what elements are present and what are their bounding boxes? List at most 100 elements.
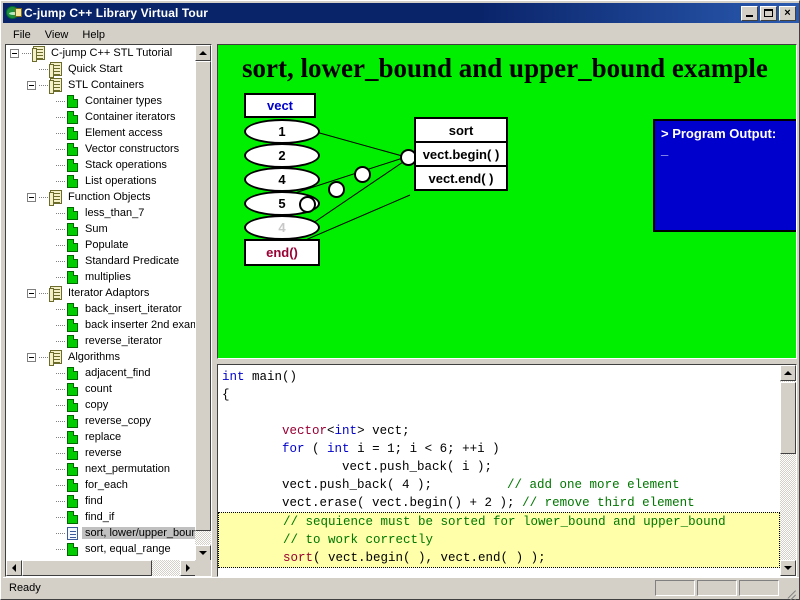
program-output-cursor: _ — [661, 142, 669, 157]
tree-item-list-operations[interactable]: List operations — [6, 173, 196, 189]
code-scroll-down-button[interactable] — [780, 560, 796, 576]
code-token: // add one more element — [507, 478, 680, 492]
code-token: < — [327, 424, 335, 438]
tree-item-label: Standard Predicate — [85, 255, 180, 267]
program-output-header: > Program Output: — [661, 126, 777, 141]
tree-item-label: reverse — [85, 447, 122, 459]
code-vertical-scrollbar[interactable] — [780, 365, 796, 576]
status-message: Ready — [9, 581, 41, 594]
tree-item-function-objects[interactable]: Function Objects — [6, 189, 196, 206]
tree-scroll-area[interactable]: C-jump C++ STL Tutorial Quick Start STL Co… — [6, 45, 196, 561]
page-icon — [67, 158, 78, 172]
tree-item-c-jump-c-stl-tutorial[interactable]: C-jump C++ STL Tutorial — [6, 45, 196, 62]
tree-item-multiplies[interactable]: multiplies — [6, 269, 196, 285]
page-icon — [67, 270, 78, 284]
tree-item-label: Sum — [85, 223, 108, 235]
tree-hscroll-thumb[interactable] — [22, 560, 152, 576]
tree-item-for-each[interactable]: for_each — [6, 477, 196, 493]
code-line-5: vect.push_back( i ); — [222, 458, 780, 476]
status-pane-1 — [655, 579, 695, 596]
tree-item-copy[interactable]: copy — [6, 397, 196, 413]
diagram-node-b — [328, 181, 345, 198]
tree-item-replace[interactable]: replace — [6, 429, 196, 445]
tree-item-stack-operations[interactable]: Stack operations — [6, 157, 196, 173]
diagram-element-0: 1 — [244, 119, 320, 144]
menu-item-file[interactable]: File — [6, 27, 38, 43]
menu-item-help[interactable]: Help — [75, 27, 112, 43]
tree-item-adjacent-find[interactable]: adjacent_find — [6, 365, 196, 381]
tree-item-stl-containers[interactable]: STL Containers — [6, 77, 196, 94]
tree-item-iterator-adaptors[interactable]: Iterator Adaptors — [6, 285, 196, 302]
book-icon — [49, 78, 62, 94]
close-button[interactable]: × — [779, 5, 796, 21]
tree-item-element-access[interactable]: Element access — [6, 125, 196, 141]
tree-item-find-if[interactable]: find_if — [6, 509, 196, 525]
tree-connector-line — [56, 324, 65, 326]
tree-item-label: back inserter 2nd exam — [85, 319, 196, 331]
tree-item-populate[interactable]: Populate — [6, 237, 196, 253]
tree-connector-line — [39, 292, 48, 294]
tree-item-reverse-iterator[interactable]: reverse_iterator — [6, 333, 196, 349]
minimize-button[interactable] — [741, 5, 758, 21]
window-title: C-jump C++ Library Virtual Tour — [24, 6, 209, 20]
maximize-button[interactable] — [760, 5, 777, 21]
tree-item-sum[interactable]: Sum — [6, 221, 196, 237]
minimize-icon — [746, 15, 753, 17]
tree-item-vector-constructors[interactable]: Vector constructors — [6, 141, 196, 157]
tree-item-label: copy — [85, 399, 109, 411]
tree-expander-collapse-icon[interactable] — [27, 192, 36, 202]
title-bar[interactable]: C-jump C++ Library Virtual Tour × — [3, 3, 799, 23]
diagram-element-1: 2 — [244, 143, 320, 168]
code-token: // remove third element — [522, 496, 695, 510]
tree-item-container-iterators[interactable]: Container iterators — [6, 109, 196, 125]
maximize-icon — [764, 9, 773, 17]
tree-item-container-types[interactable]: Container types — [6, 93, 196, 109]
tree-item-count[interactable]: count — [6, 381, 196, 397]
tree-item-quick-start[interactable]: Quick Start — [6, 61, 196, 78]
code-token: // sequience must be sorted for lower_bo… — [283, 515, 726, 529]
tree-expander-collapse-icon[interactable] — [10, 48, 19, 58]
tree-vscroll-thumb[interactable] — [195, 61, 211, 531]
tree-vertical-scrollbar[interactable] — [195, 45, 211, 561]
tree-horizontal-scrollbar[interactable] — [6, 560, 196, 576]
tree-item-find[interactable]: find — [6, 493, 196, 509]
tree-item-algorithms[interactable]: Algorithms — [6, 349, 196, 366]
tree-connector-line — [56, 548, 65, 550]
page-icon — [67, 398, 78, 412]
tree-item-reverse[interactable]: reverse — [6, 445, 196, 461]
menu-item-view[interactable]: View — [38, 27, 76, 43]
tree-item-sort-equal-range[interactable]: sort, equal_range — [6, 541, 196, 557]
tree-item-standard-predicate[interactable]: Standard Predicate — [6, 253, 196, 269]
tree-item-next-permutation[interactable]: next_permutation — [6, 461, 196, 477]
tree-expander-collapse-icon[interactable] — [27, 80, 36, 90]
tree-item-label: count — [85, 383, 112, 395]
code-token: ( — [304, 442, 328, 456]
tree-item-back-insert-iterator[interactable]: back_insert_iterator — [6, 301, 196, 317]
tree-item-reverse-copy[interactable]: reverse_copy — [6, 413, 196, 429]
tree-expander-collapse-icon[interactable] — [27, 288, 36, 298]
tree-connector-line — [56, 276, 65, 278]
book-icon — [49, 190, 62, 206]
tree-item-sort-lower-upper-bound[interactable]: sort, lower/upper_bound — [6, 525, 196, 541]
code-vscroll-thumb[interactable] — [780, 382, 796, 454]
tree-expander-collapse-icon[interactable] — [27, 352, 36, 362]
tree-item-less-than-7[interactable]: less_than_7 — [6, 205, 196, 221]
tree-item-label: sort, equal_range — [85, 543, 171, 555]
book-icon — [49, 350, 62, 366]
code-line-7: vect.erase( vect.begin() + 2 ); // remov… — [222, 494, 780, 512]
tree-item-back-inserter-2nd-exam[interactable]: back inserter 2nd exam — [6, 317, 196, 333]
code-token: ( vect.begin( ), vect.end( ) ); — [313, 551, 546, 565]
tree-scroll-left-button[interactable] — [6, 560, 22, 576]
resize-grip[interactable] — [783, 581, 797, 595]
code-scroll-up-button[interactable] — [780, 365, 796, 381]
tree-scroll-right-button[interactable] — [180, 560, 196, 576]
arrow-down-icon — [784, 566, 792, 570]
arrow-down-icon — [199, 551, 207, 555]
code-token: vect.erase( vect.begin() + 2 ); — [222, 496, 523, 510]
tree-scroll-down-button[interactable] — [195, 545, 211, 561]
tree-scroll-up-button[interactable] — [195, 45, 211, 61]
code-text-area[interactable]: int main(){ vector<int> vect; for ( int … — [218, 365, 780, 576]
